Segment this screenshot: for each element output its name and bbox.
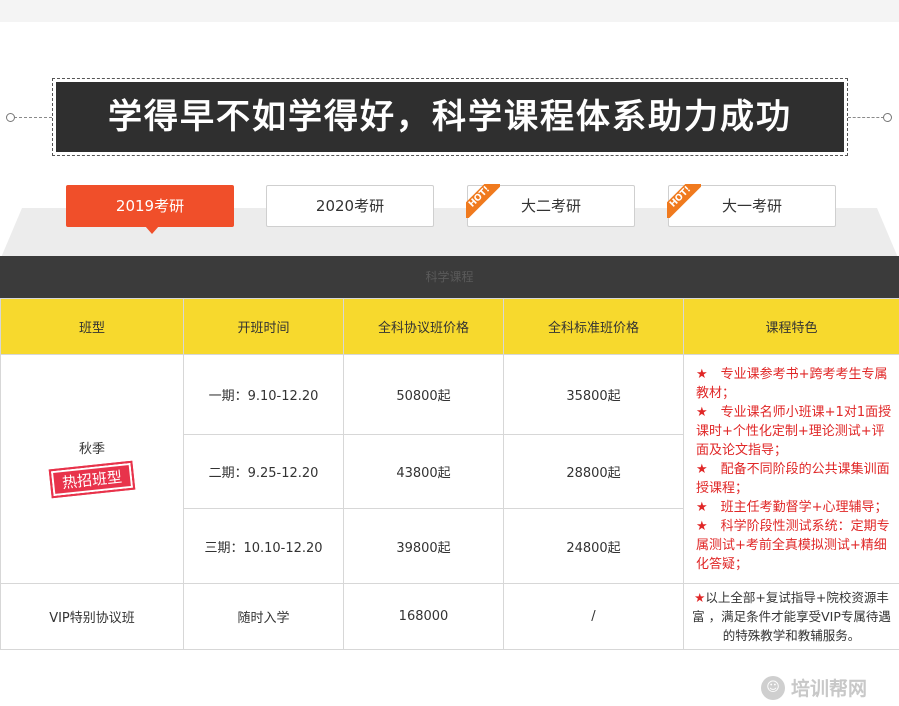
feature-item: ★ 科学阶段性测试系统：定期专属测试+考前全真模拟测试+精细化答疑； (696, 518, 890, 572)
header-standard-price: 全科标准班价格 (503, 298, 684, 355)
header-class-type: 班型 (0, 298, 184, 355)
hot-badge-icon: HOT! (667, 184, 701, 218)
tab-2019-kaoyan[interactable]: 2019考研 (66, 185, 234, 234)
tab-freshman-kaoyan[interactable]: HOT! 大一考研 (667, 184, 836, 227)
banner-left-dot (6, 113, 15, 122)
vip-protocol-price: 168000 (343, 583, 504, 650)
hot-badge-icon: HOT! (466, 184, 500, 218)
header-features: 课程特色 (683, 298, 899, 355)
smile-icon: ☺ (761, 676, 785, 700)
header-start-time: 开班时间 (183, 298, 344, 355)
banner-right-dot (883, 113, 892, 122)
tab-label: 大二考研 (520, 197, 581, 215)
tab-label: 大一考研 (721, 197, 782, 215)
standard-price-cell: 35800起 (503, 354, 684, 435)
tab-label: 2019考研 (115, 197, 185, 215)
vip-class-name: VIP特别协议班 (0, 583, 184, 650)
watermark-logo: ☺ 培训帮网 (761, 676, 895, 702)
tab-2020-kaoyan[interactable]: 2020考研 (266, 185, 434, 227)
vip-start-time: 随时入学 (183, 583, 344, 650)
season-cell: 秋季 热招班型 (0, 354, 184, 584)
table-header-row: 班型 开班时间 全科协议班价格 全科标准班价格 课程特色 (0, 298, 899, 355)
start-time-cell: 三期：10.10-12.20 (183, 508, 344, 584)
feature-item: ★ 配备不同阶段的公共课集训面授课程； (696, 461, 890, 496)
section-title: 科学课程 (425, 270, 474, 284)
standard-price-cell: 28800起 (503, 434, 684, 509)
standard-price-cell: 24800起 (503, 508, 684, 584)
banner-right-line (848, 117, 884, 118)
star-icon: ★ (694, 590, 706, 605)
feature-item: ★ 专业课参考书+跨考考生专属教材； (696, 366, 888, 401)
section-title-bar: 科学课程 (0, 256, 899, 298)
feature-item: ★ 班主任考勤督学+心理辅导； (696, 499, 888, 515)
start-time-cell: 二期：9.25-12.20 (183, 434, 344, 509)
protocol-price-cell: 43800起 (343, 434, 504, 509)
feature-item: ★ 专业课名师小班课+1对1面授课时+个性化定制+理论测试+评面及论文指导； (696, 404, 892, 458)
vip-standard-price: / (503, 583, 684, 650)
top-strip (0, 0, 899, 22)
header-protocol-price: 全科协议班价格 (343, 298, 504, 355)
banner-left-line (14, 117, 52, 118)
watermark-text: 培训帮网 (791, 678, 868, 700)
table-row: 秋季 热招班型 一期：9.10-12.20 50800起 35800起 ★ 专业… (0, 354, 899, 584)
table-row-vip: VIP特别协议班 随时入学 168000 / ★以上全部+复试指导+院校资源丰富… (0, 583, 899, 650)
season-label: 秋季 (78, 442, 105, 457)
protocol-price-cell: 50800起 (343, 354, 504, 435)
course-table: 班型 开班时间 全科协议班价格 全科标准班价格 课程特色 秋季 热招班型 一期：… (0, 298, 899, 650)
banner-title: 学得早不如学得好，科学课程体系助力成功 (56, 82, 844, 152)
vip-feature-text: 以上全部+复试指导+院校资源丰富 ，满足条件才能享受VIP专属待遇的特殊教学和教… (692, 590, 891, 643)
features-cell: ★ 专业课参考书+跨考考生专属教材； ★ 专业课名师小班课+1对1面授课时+个性… (683, 354, 899, 584)
hot-class-stamp: 热招班型 (48, 460, 136, 499)
tab-sophomore-kaoyan[interactable]: HOT! 大二考研 (466, 184, 635, 227)
tab-label: 2020考研 (315, 197, 385, 215)
start-time-cell: 一期：9.10-12.20 (183, 354, 344, 435)
protocol-price-cell: 39800起 (343, 508, 504, 584)
vip-features-cell: ★以上全部+复试指导+院校资源丰富 ，满足条件才能享受VIP专属待遇的特殊教学和… (683, 583, 899, 650)
